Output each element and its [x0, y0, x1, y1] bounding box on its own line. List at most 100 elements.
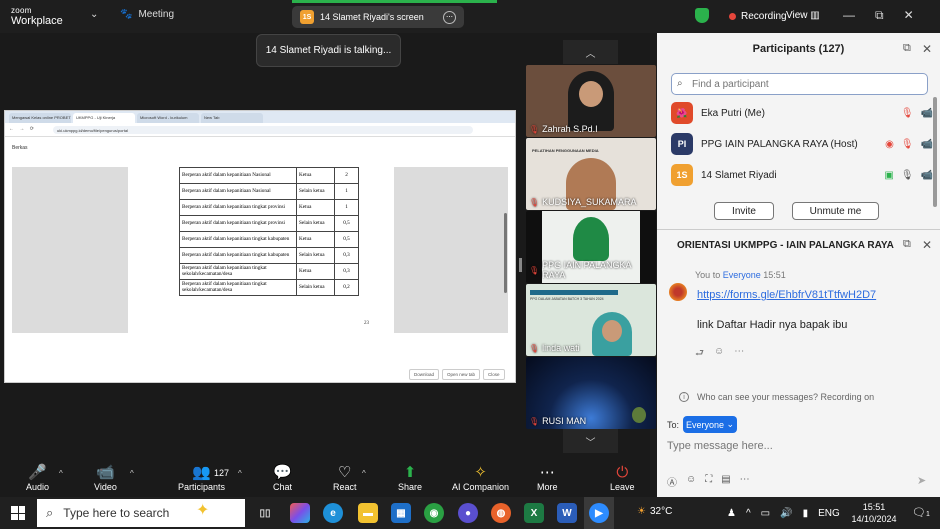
edge-icon[interactable]: e — [323, 503, 343, 523]
chevron-down-icon[interactable]: ﹀ — [563, 429, 618, 453]
strip-resize-handle[interactable] — [519, 258, 522, 272]
browser-tab[interactable]: UKMPPG - Uji Kinerja — [73, 113, 135, 123]
who-can-see-notice[interactable]: Who can see your messages? Recording on — [697, 392, 874, 402]
popout-icon[interactable]: ⧉ — [903, 42, 911, 55]
battery-icon[interactable]: ▮ — [803, 508, 809, 519]
participant-row[interactable]: 1S 14 Slamet Riyadi ▣ 🎙 📹 — [671, 160, 933, 190]
chevron-up-icon[interactable]: ^ — [59, 469, 63, 478]
task-view-icon[interactable]: ▯▯ — [255, 503, 275, 523]
browser-nav-icons[interactable]: ← → ⟳ — [9, 126, 36, 132]
more-icon: ⋯ — [539, 464, 555, 481]
chevron-up-icon[interactable]: ^ — [746, 508, 751, 519]
chevron-up-icon[interactable]: ︿ — [563, 40, 618, 64]
video-off-icon[interactable]: 📹 — [921, 170, 933, 181]
message-recipient[interactable]: Everyone — [723, 270, 761, 280]
react-button[interactable]: ♡ React — [333, 463, 357, 492]
browser-tab[interactable]: Mengawal Kelas online PROBET — [9, 113, 71, 123]
popout-icon[interactable]: ⧉ — [903, 238, 911, 251]
file-icon[interactable]: ▤ — [721, 474, 730, 489]
video-tile[interactable]: 🎙 RUSI MAN — [526, 357, 656, 429]
browser-tab[interactable]: New Tab — [201, 113, 263, 123]
recipient-select[interactable]: Everyone ⌄ — [683, 416, 737, 433]
close-icon[interactable]: ✕ — [922, 238, 932, 252]
address-field[interactable]: uki.ukmppg.id/demo/file/pengurus/portal — [53, 126, 473, 134]
open-new-tab-button[interactable]: Open new tab — [442, 369, 481, 380]
chat-button[interactable]: 💬 Chat — [273, 463, 292, 492]
meeting-info-button[interactable]: 🐾 Meeting — [120, 9, 174, 20]
excel-icon[interactable]: X — [524, 503, 544, 523]
video-tile[interactable]: 🎙 PPG IAIN PALANGKA RAYA — [526, 211, 656, 283]
browser-tab[interactable]: Microsoft Word - kurikulum — [137, 113, 199, 123]
chevron-down-icon[interactable]: ⌄ — [90, 9, 98, 20]
chrome-icon[interactable]: ◉ — [424, 503, 444, 523]
video-button[interactable]: 📹 Video — [94, 463, 117, 492]
more-options-icon[interactable]: ⋯ — [443, 10, 456, 24]
chat-message-input[interactable]: Type message here... — [667, 440, 773, 452]
file-explorer-icon[interactable]: ▬ — [358, 503, 378, 523]
video-name-label: 🎙 PPG IAIN PALANGKA RAYA — [529, 260, 656, 280]
language-indicator[interactable]: ENG — [818, 508, 840, 519]
video-icon[interactable]: 📹 — [921, 139, 933, 150]
video-name: RUSI MAN — [542, 416, 587, 426]
network-icon[interactable]: ▭ — [761, 508, 770, 519]
taskbar-search-box[interactable]: ⌕ Type here to search — [37, 499, 245, 527]
word-icon[interactable]: W — [557, 503, 577, 523]
ai-companion-button[interactable]: ✧ AI Companion — [452, 463, 509, 492]
emoji-icon[interactable]: ☺ — [686, 474, 696, 489]
participant-row[interactable]: PI PPG IAIN PALANGKA RAYA (Host) ◉ 🎙 📹 — [671, 129, 933, 159]
mic-icon[interactable]: 🎙 — [901, 170, 914, 181]
video-tile[interactable]: PELATIHAN PENGGUNAAN MEDIA 🎙 KUDSIYA_SUKA… — [526, 138, 656, 210]
recording-label[interactable]: Recording — [741, 11, 787, 22]
share-button[interactable]: ⬆ Share — [398, 463, 422, 492]
document-scrollbar[interactable] — [504, 213, 507, 293]
copilot-icon[interactable] — [290, 503, 310, 523]
chevron-up-icon[interactable]: ^ — [130, 469, 134, 478]
close-icon[interactable]: ✕ — [922, 42, 932, 56]
view-button[interactable]: View ▥ — [786, 10, 820, 21]
minimize-icon[interactable]: — — [843, 8, 855, 23]
document-table-cell: Ketua — [296, 263, 335, 280]
zoom-app-icon[interactable]: ▶ — [589, 503, 609, 523]
restore-icon[interactable]: ⧉ — [875, 8, 884, 23]
document-table-cell: 2 — [334, 167, 359, 184]
close-icon[interactable]: ✕ — [904, 8, 914, 23]
close-button[interactable]: Close — [483, 369, 505, 380]
document-table-cell: Berperan aktif dalam kepanitiaan tingkat… — [179, 231, 297, 248]
mic-off-icon[interactable]: 🎙 — [901, 108, 914, 119]
download-button[interactable]: Download — [409, 369, 440, 380]
emoji-reaction-icon[interactable]: ☺ — [714, 346, 724, 363]
windows-start-icon[interactable] — [11, 506, 25, 520]
unmute-me-button[interactable]: Unmute me — [792, 202, 879, 220]
send-icon[interactable]: ➤ — [917, 474, 926, 487]
store-icon[interactable]: ▦ — [391, 503, 411, 523]
participants-scrollbar[interactable] — [933, 97, 937, 207]
video-tile[interactable]: 🎙 Zahrah S.Pd.I — [526, 65, 656, 137]
format-icon[interactable]: Ⓐ — [667, 474, 677, 489]
people-icon[interactable]: ♟ — [727, 508, 736, 519]
screenshot-icon[interactable]: ⛶ — [705, 474, 712, 489]
more-icon[interactable]: ⋯ — [734, 346, 744, 363]
more-button[interactable]: ⋯ More — [537, 463, 558, 492]
reply-icon[interactable]: ⮐ — [695, 346, 704, 363]
volume-icon[interactable]: 🔊 — [780, 508, 792, 519]
shield-icon[interactable] — [695, 8, 709, 23]
weather-widget[interactable]: ☀ 32°C — [637, 506, 672, 517]
find-participant-input[interactable] — [671, 73, 928, 95]
mic-off-icon[interactable]: 🎙 — [901, 139, 914, 150]
chevron-up-icon[interactable]: ^ — [362, 469, 366, 478]
leave-button[interactable]: ⏻ Leave — [610, 463, 635, 492]
firefox-icon[interactable]: ◍ — [491, 503, 511, 523]
audio-button[interactable]: 🎤 Audio — [26, 463, 49, 492]
chevron-up-icon[interactable]: ^ — [238, 469, 242, 478]
video-tile[interactable]: PPG DALAM JABATAN BATCH 3 TAHUN 2024 🎙 li… — [526, 284, 656, 356]
message-link[interactable]: https://forms.gle/EhbfrV81tTtfwH2D7 — [697, 289, 876, 301]
taskbar-clock[interactable]: 15:51 14/10/2024 — [839, 501, 909, 525]
app-icon[interactable]: ● — [458, 503, 478, 523]
panel-divider — [657, 229, 940, 230]
view-options-pill[interactable]: 1S 14 Slamet Riyadi's screen ⋯ — [292, 6, 464, 28]
more-icon[interactable]: ⋯ — [740, 474, 750, 489]
participant-row[interactable]: 🌺 Eka Putri (Me) 🎙 📹 — [671, 98, 933, 128]
notification-icon[interactable]: 🗨1 — [912, 506, 930, 519]
invite-button[interactable]: Invite — [714, 202, 774, 220]
video-off-icon[interactable]: 📹 — [921, 108, 933, 119]
